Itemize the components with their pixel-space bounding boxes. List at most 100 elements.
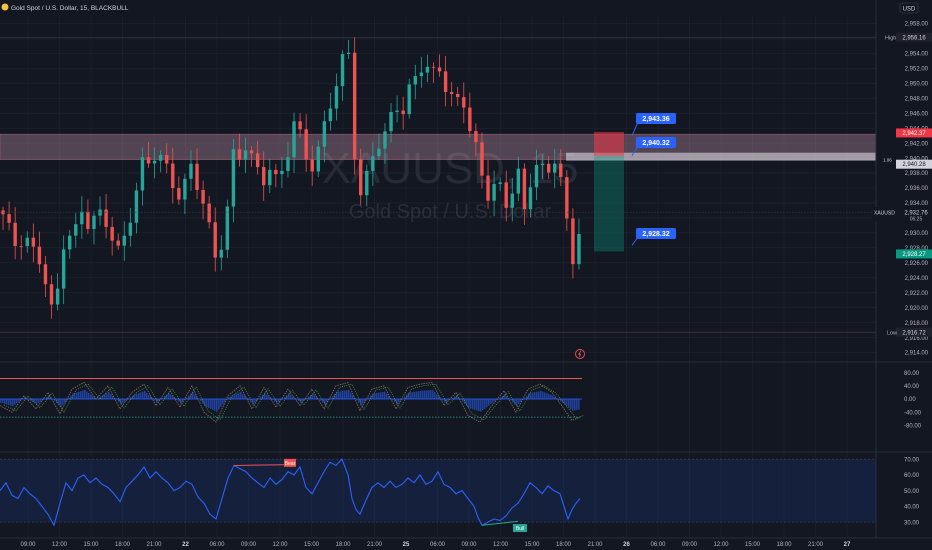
rsi-tick-label: 30.00: [904, 520, 920, 526]
osc-histogram-bar: [550, 394, 552, 399]
candle-body: [201, 190, 205, 204]
osc-histogram-bar: [218, 399, 220, 410]
osc-histogram-bar: [118, 399, 120, 403]
osc-histogram-bar: [162, 397, 164, 399]
symbol-logo-icon: [1, 3, 9, 11]
osc-histogram-bar: [524, 397, 526, 399]
osc-histogram-bar: [476, 399, 478, 411]
candle-body: [165, 154, 169, 164]
candle-body: [498, 182, 502, 185]
candle-body: [340, 54, 345, 87]
candle-body: [346, 52, 351, 55]
osc-histogram-bar: [134, 394, 136, 399]
osc-histogram-bar: [504, 394, 506, 399]
candle-body: [68, 235, 72, 250]
osc-histogram-bar: [484, 399, 486, 409]
osc-histogram-bar: [108, 391, 110, 399]
osc-histogram-bar: [350, 392, 352, 399]
osc-histogram-bar: [466, 399, 468, 406]
rsi-pane[interactable]: 70.00 60.00 50.00 40.00 30.00 Bear Bull: [0, 451, 932, 533]
candle-body: [86, 211, 90, 229]
osc-histogram-bar: [70, 395, 72, 399]
candle-body: [122, 235, 126, 246]
candle-body: [407, 84, 411, 115]
candle-body: [152, 160, 157, 164]
osc-histogram-bar: [382, 392, 384, 399]
osc-histogram-bar: [432, 389, 434, 399]
osc-histogram-bar: [324, 399, 326, 405]
callout-price: 2,943.36: [642, 116, 669, 123]
osc-histogram-bar: [416, 391, 418, 399]
trading-chart[interactable]: XAUUSD, 15 Gold Spot / U.S. Dollar Gold …: [0, 0, 932, 550]
chart-title[interactable]: Gold Spot / U.S. Dollar, 15, BLACKBULL: [11, 5, 129, 12]
candle-body: [553, 163, 557, 173]
osc-histogram-bar: [122, 399, 124, 403]
price-tick-label: 2,952.00: [905, 67, 929, 73]
osc-histogram-bar: [76, 392, 78, 399]
osc-histogram-bar: [234, 394, 236, 399]
osc-histogram-bar: [488, 399, 490, 406]
candle-body: [371, 156, 375, 171]
osc-histogram-bar: [430, 390, 432, 399]
candle-body: [146, 157, 151, 164]
osc-histogram-bar: [110, 393, 112, 399]
entry-side-text: 1.06: [883, 158, 892, 163]
osc-histogram-bar: [90, 394, 92, 399]
time-tick-label: 21:00: [587, 542, 603, 548]
osc-histogram-bar: [302, 399, 304, 402]
osc-histogram-bar: [242, 393, 244, 399]
osc-histogram-bar: [144, 390, 146, 399]
candle-body: [334, 86, 339, 109]
osc-histogram-bar: [514, 399, 516, 405]
osc-histogram-bar: [38, 399, 40, 403]
price-tick-label: 2,914.00: [905, 351, 929, 357]
osc-histogram-bar: [408, 392, 410, 399]
candle-body: [207, 203, 211, 223]
candle-body: [401, 110, 405, 115]
candle-body: [43, 264, 48, 285]
candle-body: [510, 193, 514, 208]
osc-histogram-bar: [410, 392, 412, 399]
time-tick-label: 27: [844, 542, 851, 548]
osc-histogram-bar: [314, 395, 316, 399]
candle-body: [116, 240, 120, 246]
candle-body: [171, 163, 175, 189]
time-tick-label: 09:00: [241, 542, 257, 548]
osc-histogram-bar: [460, 399, 462, 400]
osc-histogram-bar: [414, 391, 416, 399]
osc-histogram-bar: [64, 399, 66, 403]
stop-loss-box: [594, 132, 624, 156]
osc-histogram-bar: [288, 393, 290, 399]
osc-histogram-bar: [296, 399, 298, 400]
candle-body: [280, 170, 284, 175]
osc-histogram-bar: [80, 391, 82, 399]
osc-histogram-bar: [208, 399, 210, 409]
price-tick-label: 2,938.00: [905, 171, 929, 177]
bull-label: Bull: [516, 526, 524, 532]
osc-histogram-bar: [240, 391, 242, 399]
candle-body: [443, 71, 448, 93]
osc-histogram-bar: [272, 399, 274, 400]
osc-histogram-bar: [386, 393, 388, 399]
candle-body: [425, 66, 430, 73]
osc-histogram-bar: [330, 398, 332, 399]
osc-histogram-bar: [128, 398, 130, 399]
osc-histogram-bar: [306, 398, 308, 399]
osc-tick-label: -40.00: [904, 410, 922, 416]
osc-histogram-bar: [474, 399, 476, 410]
candle-body: [31, 237, 36, 247]
osc-histogram-bar: [536, 391, 538, 399]
candle-body: [540, 163, 545, 166]
candle-body: [158, 154, 163, 161]
time-tick-label: 18:00: [115, 542, 131, 548]
candle-body: [274, 169, 278, 175]
osc-histogram-bar: [266, 394, 268, 399]
candle-body: [219, 249, 223, 258]
osc-histogram-bar: [148, 394, 150, 399]
candle-body: [304, 129, 308, 160]
osc-histogram-bar: [16, 399, 18, 404]
callout-price: 2,940.32: [642, 140, 669, 147]
osc-histogram-bar: [140, 392, 142, 399]
currency-label[interactable]: USD: [903, 7, 916, 13]
entry-axis-tag: 2,940.28: [902, 162, 926, 168]
